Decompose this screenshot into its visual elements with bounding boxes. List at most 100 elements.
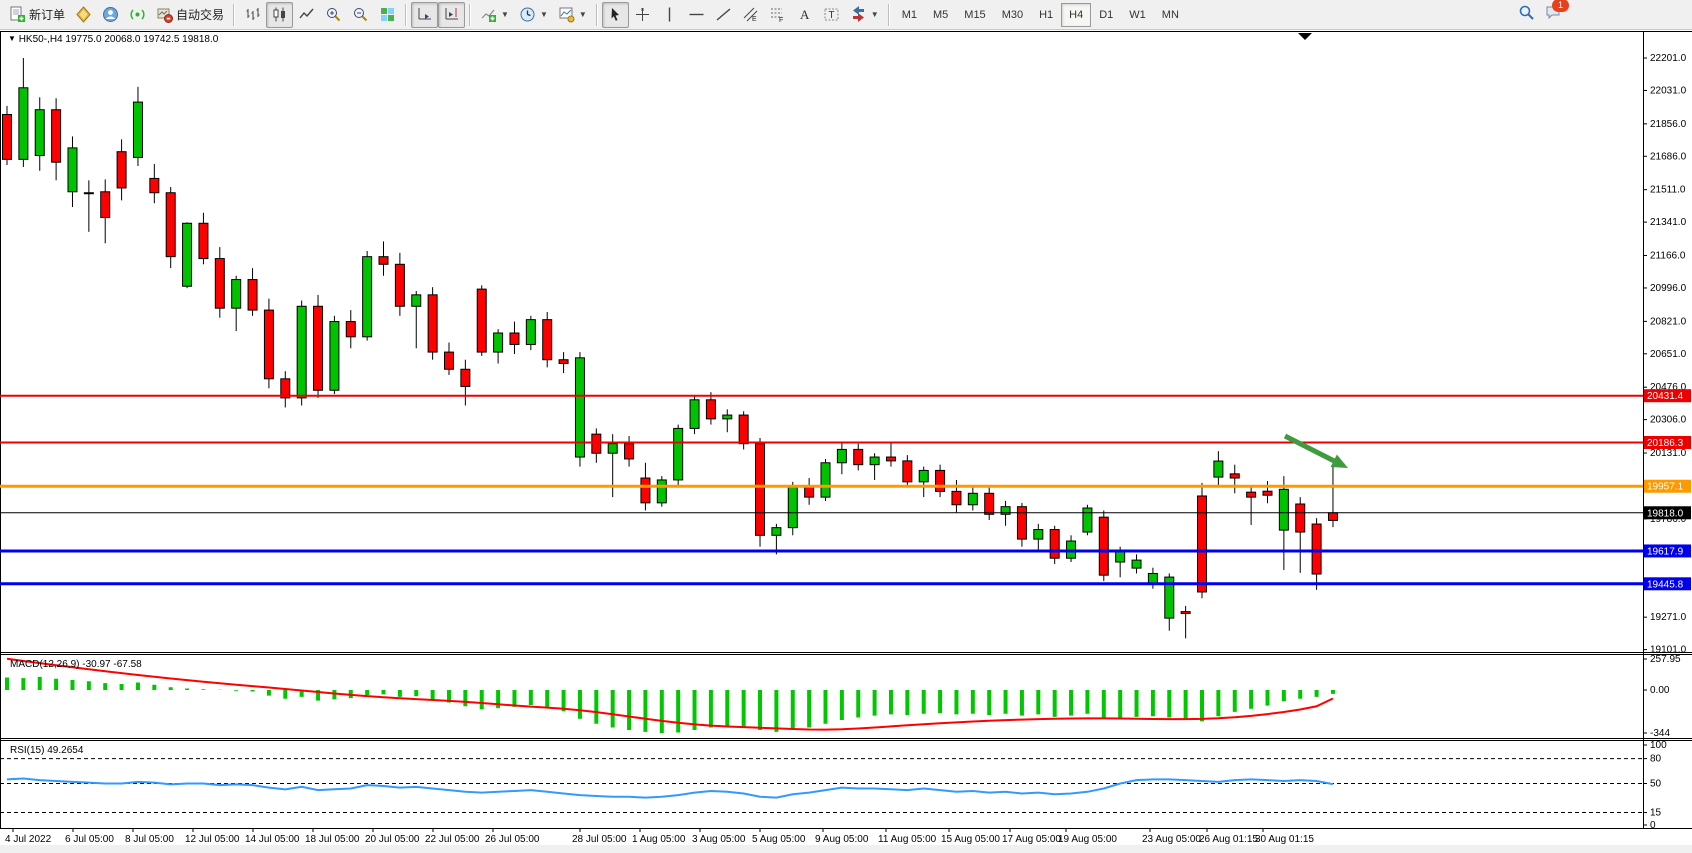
timeframe-h4-button[interactable]: H4 [1061, 3, 1091, 27]
toolbar-separator [469, 4, 471, 26]
timeframe-m30-button[interactable]: M30 [994, 3, 1031, 27]
cursor-button[interactable] [602, 2, 629, 28]
bear-candle [1312, 524, 1321, 574]
text-button[interactable]: A [791, 2, 818, 28]
bull-candle [1034, 530, 1043, 540]
svg-text:11 Aug 05:00: 11 Aug 05:00 [878, 834, 937, 845]
bear-candle [52, 110, 61, 162]
symbol-ohlc: 19775.0 20068.0 19742.5 19818.0 [65, 34, 218, 45]
bear-candle [395, 264, 404, 306]
bear-candle [625, 444, 634, 459]
bull-candle [133, 102, 142, 157]
community-button[interactable] [97, 2, 124, 28]
text-label-button[interactable]: T [818, 2, 845, 28]
timeframe-d1-button[interactable]: D1 [1091, 3, 1121, 27]
tile-windows-button[interactable] [374, 2, 401, 28]
rsi-value: 49.2654 [47, 745, 83, 756]
line-chart-button[interactable] [293, 2, 320, 28]
search-icon[interactable] [1518, 4, 1535, 26]
bear-candle [1198, 496, 1207, 592]
bear-candle [592, 434, 601, 453]
timeframe-mn-button[interactable]: MN [1154, 3, 1187, 27]
bear-candle [101, 192, 110, 218]
bull-candle [968, 493, 977, 504]
bar-chart-button[interactable] [239, 2, 266, 28]
chart-canvas[interactable]: 22201.022031.021856.021686.021511.021341… [0, 30, 1692, 853]
svg-text:20306.0: 20306.0 [1650, 415, 1687, 426]
dropdown-caret-icon[interactable]: ▼ [871, 10, 879, 19]
toolbar-separator [233, 4, 235, 26]
chart-shift-button[interactable] [438, 2, 465, 28]
svg-text:26 Jul 05:00: 26 Jul 05:00 [485, 834, 540, 845]
equidistant-channel-button[interactable]: E [737, 2, 764, 28]
bear-candle [756, 444, 765, 536]
new-order-icon [9, 6, 26, 23]
zoom-in-button[interactable] [320, 2, 347, 28]
crosshair-button[interactable] [629, 2, 656, 28]
timeframe-m5-button[interactable]: M5 [925, 3, 956, 27]
chart-type-group [239, 1, 320, 29]
bear-candle [1017, 507, 1026, 539]
autotrading-button[interactable]: 自动交易 [151, 2, 229, 28]
dropdown-caret-icon[interactable]: ▼ [579, 10, 587, 19]
svg-text:20651.0: 20651.0 [1650, 349, 1687, 360]
bear-candle [706, 400, 715, 419]
svg-text:100: 100 [1650, 740, 1667, 751]
svg-text:257.95: 257.95 [1650, 654, 1681, 665]
bear-candle [510, 333, 519, 344]
periods-icon [519, 6, 536, 23]
new-order-button[interactable]: 新订单 [4, 2, 70, 28]
dropdown-caret-icon[interactable]: ▼ [501, 10, 509, 19]
candlestick-button[interactable] [266, 2, 293, 28]
bear-candle [346, 322, 355, 337]
bear-candle [444, 352, 453, 369]
text-icon: A [796, 6, 813, 23]
svg-text:19957.1: 19957.1 [1647, 482, 1684, 493]
dropdown-caret-icon[interactable]: ▼ [540, 10, 548, 19]
signals-button[interactable] [124, 2, 151, 28]
zoom-out-icon [352, 6, 369, 23]
toolbar-right-group: 1 [1518, 4, 1562, 26]
toolbar-separator [405, 4, 407, 26]
zoom-out-button[interactable] [347, 2, 374, 28]
bear-candle [1050, 530, 1059, 559]
timeframe-w1-button[interactable]: W1 [1121, 3, 1154, 27]
symbol-dropdown-icon[interactable]: ▼ [8, 34, 16, 43]
svg-text:15 Aug 05:00: 15 Aug 05:00 [941, 834, 1000, 845]
timeframe-m1-button[interactable]: M1 [894, 3, 925, 27]
bull-candle [690, 400, 699, 429]
bull-candle [297, 306, 306, 398]
svg-text:30 Aug 01:15: 30 Aug 01:15 [1255, 834, 1314, 845]
bull-candle [19, 88, 28, 160]
timeframe-h1-button[interactable]: H1 [1031, 3, 1061, 27]
periods-button[interactable]: ▼ [514, 2, 553, 28]
svg-text:20186.3: 20186.3 [1647, 438, 1684, 449]
chart-area[interactable]: 22201.022031.021856.021686.021511.021341… [0, 30, 1692, 853]
svg-text:0: 0 [1650, 820, 1656, 831]
autoscroll-button[interactable] [411, 2, 438, 28]
svg-text:4 Jul 2022: 4 Jul 2022 [5, 834, 52, 845]
vertical-line-button[interactable] [656, 2, 683, 28]
bull-candle [919, 470, 928, 481]
chat-icon[interactable]: 1 [1545, 4, 1562, 26]
trendline-icon [715, 6, 732, 23]
bear-candle [936, 470, 945, 491]
rsi-name: RSI(15) [10, 745, 44, 756]
bull-candle [821, 463, 830, 497]
bear-candle [248, 280, 257, 311]
fibonacci-button[interactable]: F [764, 2, 791, 28]
bear-candle [952, 491, 961, 504]
insert-group: ▼ ▼ ▼ [475, 1, 592, 29]
svg-text:21341.0: 21341.0 [1650, 217, 1687, 228]
bear-candle [150, 178, 159, 192]
svg-text:19445.8: 19445.8 [1647, 579, 1684, 590]
arrows-button[interactable]: ▼ [845, 2, 884, 28]
templates-button[interactable]: ▼ [553, 2, 592, 28]
trendline-button[interactable] [710, 2, 737, 28]
horizontal-line-button[interactable] [683, 2, 710, 28]
alert-button[interactable] [70, 2, 97, 28]
svg-text:0.00: 0.00 [1650, 685, 1670, 696]
bear-candle [461, 369, 470, 386]
indicators-button[interactable]: ▼ [475, 2, 514, 28]
timeframe-m15-button[interactable]: M15 [956, 3, 993, 27]
